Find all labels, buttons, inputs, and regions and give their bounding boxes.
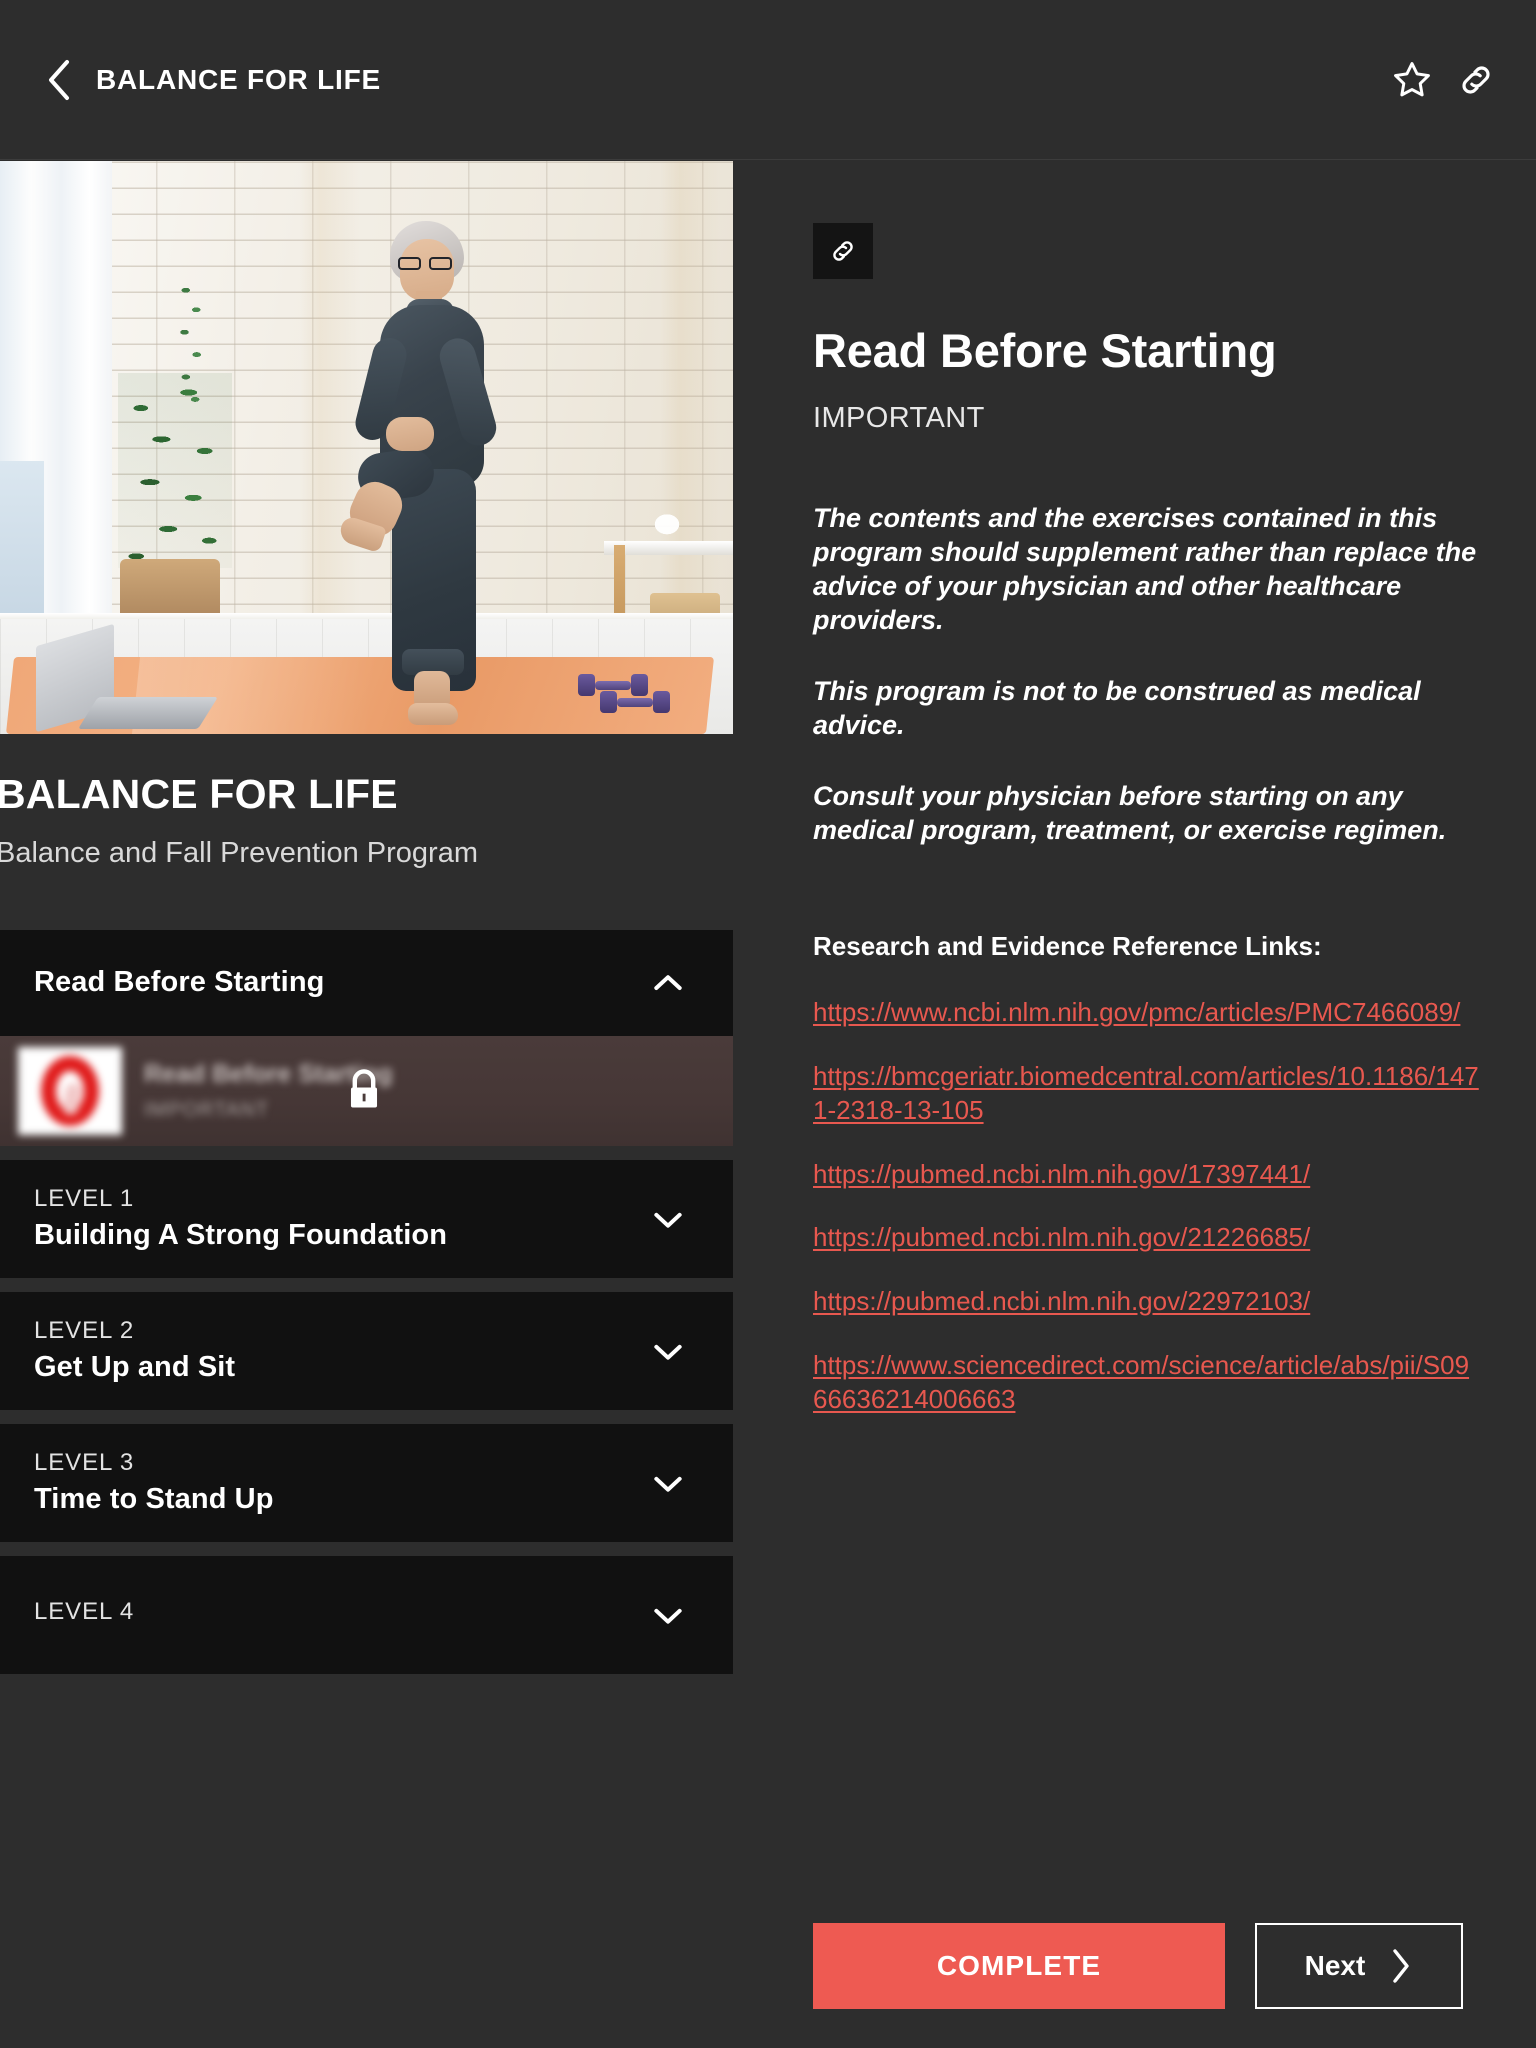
disclaimer-paragraph-3: Consult your physician before starting o… bbox=[813, 781, 1447, 846]
lesson-item-read-before-starting[interactable]: Read Before Starting IMPORTANT bbox=[0, 1035, 733, 1146]
decorative-tree bbox=[636, 499, 698, 545]
accordion-section-read-before-starting: Read Before Starting Read Before Startin… bbox=[0, 929, 733, 1146]
accordion-section-level-1: LEVEL 1 Building A Strong Foundation bbox=[0, 1159, 733, 1278]
chevron-down-icon[interactable] bbox=[647, 1462, 689, 1504]
top-bar-title: BALANCE FOR LIFE bbox=[96, 63, 382, 95]
course-title: BALANCE FOR LIFE bbox=[0, 771, 398, 817]
accordion-eyebrow: LEVEL 4 bbox=[34, 1597, 135, 1625]
accordion-eyebrow: LEVEL 3 bbox=[34, 1449, 135, 1477]
chevron-up-icon[interactable] bbox=[647, 962, 689, 1004]
body-layout: BALANCE FOR LIFE Balance and Fall Preven… bbox=[0, 161, 1536, 2048]
chevron-down-icon[interactable] bbox=[647, 1594, 689, 1636]
accordion-eyebrow: LEVEL 2 bbox=[34, 1317, 135, 1345]
window bbox=[0, 461, 44, 621]
accordion-title: Building A Strong Foundation bbox=[34, 1219, 448, 1252]
accordion-eyebrow: LEVEL 1 bbox=[34, 1185, 135, 1213]
dumbbell-two bbox=[600, 691, 670, 713]
star-outline-icon bbox=[1394, 61, 1430, 96]
reference-link[interactable]: https://pubmed.ncbi.nlm.nih.gov/22972103… bbox=[813, 1285, 1481, 1319]
course-subtitle: Balance and Fall Prevention Program bbox=[0, 837, 478, 870]
lesson-content-panel: Read Before Starting IMPORTANT The conte… bbox=[733, 161, 1536, 2048]
page-title: Read Before Starting bbox=[813, 324, 1277, 377]
accordion-title: Read Before Starting bbox=[34, 966, 325, 999]
reference-link[interactable]: https://pubmed.ncbi.nlm.nih.gov/17397441… bbox=[813, 1158, 1481, 1192]
accordion-title: Time to Stand Up bbox=[34, 1483, 274, 1516]
references-heading: Research and Evidence Reference Links: bbox=[813, 931, 1322, 962]
bamboo-plant bbox=[118, 373, 232, 568]
content-kicker: IMPORTANT bbox=[813, 402, 985, 434]
accordion-header-texts: Read Before Starting bbox=[34, 966, 324, 999]
copy-lesson-link-button[interactable] bbox=[813, 223, 873, 279]
disclaimer-paragraph-2: This program is not to be construed as m… bbox=[813, 676, 1421, 741]
accordion-header-read-before-starting[interactable]: Read Before Starting bbox=[0, 929, 733, 1036]
hero-image bbox=[0, 161, 733, 734]
reference-link[interactable]: https://www.sciencedirect.com/science/ar… bbox=[813, 1349, 1481, 1417]
reference-link[interactable]: https://www.ncbi.nlm.nih.gov/pmc/article… bbox=[813, 996, 1481, 1030]
red-warning-circle-thumbnail bbox=[18, 1046, 122, 1135]
chevron-down-icon[interactable] bbox=[647, 1330, 689, 1372]
next-button-label: Next bbox=[1304, 1950, 1366, 1981]
accordion-header-level-2[interactable]: LEVEL 2 Get Up and Sit bbox=[0, 1291, 733, 1410]
disclaimer-paragraph-1: The contents and the exercises contained… bbox=[813, 503, 1477, 636]
curriculum-accordion: Read Before Starting Read Before Startin… bbox=[0, 929, 733, 1674]
exercising-person bbox=[330, 221, 520, 725]
link-icon bbox=[833, 241, 853, 261]
person-hands bbox=[386, 417, 434, 451]
person-standing-foot bbox=[408, 703, 458, 725]
accordion-header-texts: LEVEL 3 Time to Stand Up bbox=[34, 1449, 274, 1516]
complete-button[interactable]: COMPLETE bbox=[813, 1923, 1225, 2009]
accordion-section-level-2: LEVEL 2 Get Up and Sit bbox=[0, 1291, 733, 1410]
accordion-header-texts: LEVEL 1 Building A Strong Foundation bbox=[34, 1185, 447, 1252]
reference-link[interactable]: https://bmcgeriatr.biomedcentral.com/art… bbox=[813, 1060, 1481, 1128]
accordion-section-level-4: LEVEL 4 bbox=[0, 1555, 733, 1674]
favorite-button[interactable] bbox=[1380, 48, 1444, 112]
course-player-app: BALANCE FOR LIFE BALANCE FOR LIFE Balanc… bbox=[0, 0, 1536, 2048]
lesson-actions: COMPLETE Next bbox=[813, 1923, 1463, 2009]
accordion-section-level-3: LEVEL 3 Time to Stand Up bbox=[0, 1423, 733, 1542]
course-sidebar: BALANCE FOR LIFE Balance and Fall Preven… bbox=[0, 161, 733, 2048]
chevron-right-icon bbox=[1393, 1949, 1410, 1983]
share-link-button[interactable] bbox=[1444, 48, 1508, 112]
accordion-header-level-3[interactable]: LEVEL 3 Time to Stand Up bbox=[0, 1423, 733, 1542]
chevron-down-icon[interactable] bbox=[647, 1198, 689, 1240]
accordion-header-level-4[interactable]: LEVEL 4 bbox=[0, 1555, 733, 1674]
link-icon bbox=[1462, 66, 1490, 93]
accordion-header-level-1[interactable]: LEVEL 1 Building A Strong Foundation bbox=[0, 1159, 733, 1278]
next-button[interactable]: Next bbox=[1255, 1923, 1463, 2009]
accordion-header-texts: LEVEL 2 Get Up and Sit bbox=[34, 1317, 235, 1384]
back-button[interactable] bbox=[36, 50, 82, 110]
reference-link[interactable]: https://pubmed.ncbi.nlm.nih.gov/21226685… bbox=[813, 1221, 1481, 1255]
top-bar: BALANCE FOR LIFE bbox=[0, 0, 1536, 160]
accordion-header-texts: LEVEL 4 bbox=[34, 1598, 134, 1632]
chevron-left-icon bbox=[49, 59, 69, 100]
lock-icon bbox=[340, 1065, 388, 1117]
laptop-keyboard bbox=[78, 697, 218, 729]
glasses-icon bbox=[398, 257, 456, 270]
accordion-title: Get Up and Sit bbox=[34, 1351, 236, 1384]
